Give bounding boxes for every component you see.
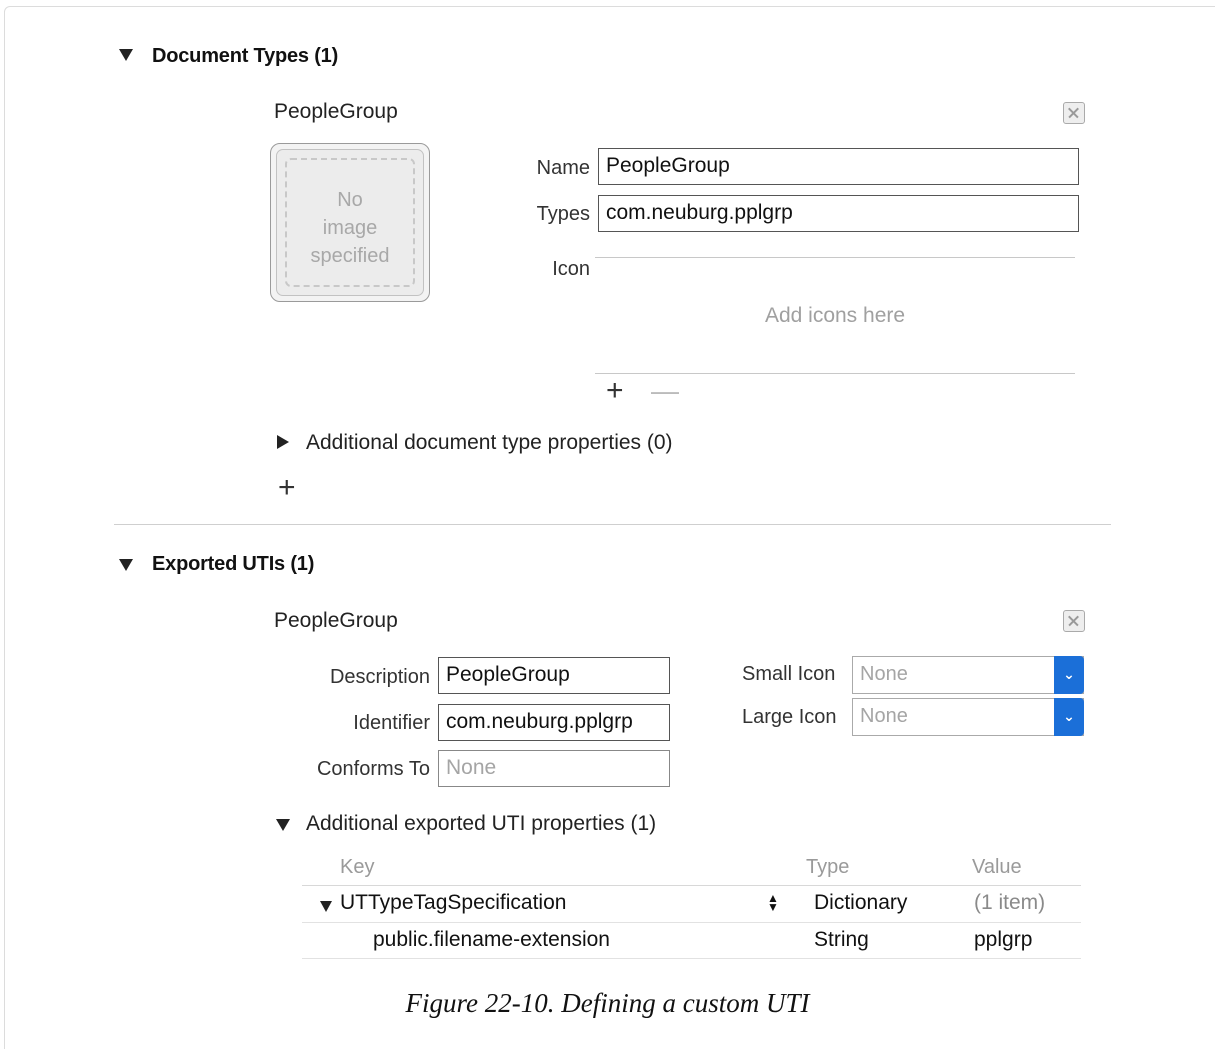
table-row[interactable]: public.filename-extension String pplgrp [302, 923, 1081, 958]
disclosure-down-icon[interactable] [119, 49, 133, 61]
additional-uti-props-toggle[interactable] [276, 818, 290, 836]
table-header-key[interactable]: Key [340, 856, 374, 879]
conforms-to-field[interactable]: None [438, 750, 670, 787]
disclosure-right-icon[interactable] [277, 435, 289, 449]
icon-label: Icon [552, 258, 590, 280]
close-box-icon[interactable] [1063, 102, 1085, 124]
icon-drop-area[interactable]: Add icons here [595, 304, 1075, 328]
disclosure-down-icon[interactable] [119, 559, 133, 571]
table-row-divider [302, 958, 1081, 959]
description-field[interactable]: PeopleGroup [438, 657, 670, 694]
name-label: Name [536, 157, 590, 179]
remove-icon-button[interactable]: — [651, 376, 679, 406]
additional-doc-props-toggle[interactable] [277, 435, 289, 454]
exported-utis-title: Exported UTIs (1) [152, 553, 315, 575]
chevron-down-icon[interactable]: ⌄ [1054, 656, 1084, 694]
document-types-title: Document Types (1) [152, 45, 339, 67]
small-icon-label: Small Icon [742, 663, 836, 685]
row-key: public.filename-extension [373, 928, 610, 951]
row-value: (1 item) [974, 891, 1046, 914]
large-icon-select[interactable]: None ⌄ [852, 698, 1084, 736]
document-types-header[interactable] [119, 48, 133, 66]
table-header-type[interactable]: Type [806, 856, 849, 879]
icon-area-top-divider [595, 257, 1075, 258]
table-header-value[interactable]: Value [972, 856, 1022, 879]
icon-area-bottom-divider [595, 373, 1075, 374]
stepper-icon[interactable]: ▲ ▼ [767, 892, 779, 913]
uti-name-heading: PeopleGroup [274, 609, 398, 632]
types-field[interactable]: com.neuburg.pplgrp [598, 195, 1079, 232]
row-key: UTTypeTagSpecification [340, 891, 567, 914]
description-label: Description [329, 666, 430, 688]
large-icon-label: Large Icon [742, 706, 837, 728]
disclosure-down-icon[interactable] [276, 819, 290, 831]
image-well-placeholder: No image specified [310, 189, 390, 267]
add-document-type-button[interactable]: + [278, 473, 296, 503]
figure-caption: Figure 22-10. Defining a custom UTI [405, 988, 810, 1018]
table-row[interactable]: UTTypeTagSpecification ▲ ▼ Dictionary (1 … [302, 886, 1081, 922]
chevron-down-icon[interactable]: ⌄ [1054, 698, 1084, 736]
document-type-name-heading: PeopleGroup [274, 100, 398, 123]
disclosure-down-icon[interactable] [320, 901, 332, 912]
close-box-icon[interactable] [1063, 610, 1085, 632]
section-divider [114, 524, 1111, 525]
row-value: pplgrp [974, 928, 1033, 951]
additional-uti-props-label: Additional exported UTI properties (1) [306, 812, 657, 835]
add-icon-button[interactable]: + [606, 376, 624, 406]
types-label: Types [536, 203, 590, 225]
exported-utis-header[interactable] [119, 558, 133, 576]
identifier-label: Identifier [353, 712, 430, 734]
image-well[interactable]: No image specified [270, 143, 430, 302]
identifier-field[interactable]: com.neuburg.pplgrp [438, 704, 670, 741]
row-type: String [814, 928, 869, 951]
conforms-to-label: Conforms To [316, 758, 430, 780]
additional-doc-props-label: Additional document type properties (0) [306, 431, 673, 454]
name-field[interactable]: PeopleGroup [598, 148, 1079, 185]
small-icon-select[interactable]: None ⌄ [852, 656, 1084, 694]
row-type: Dictionary [814, 891, 908, 914]
